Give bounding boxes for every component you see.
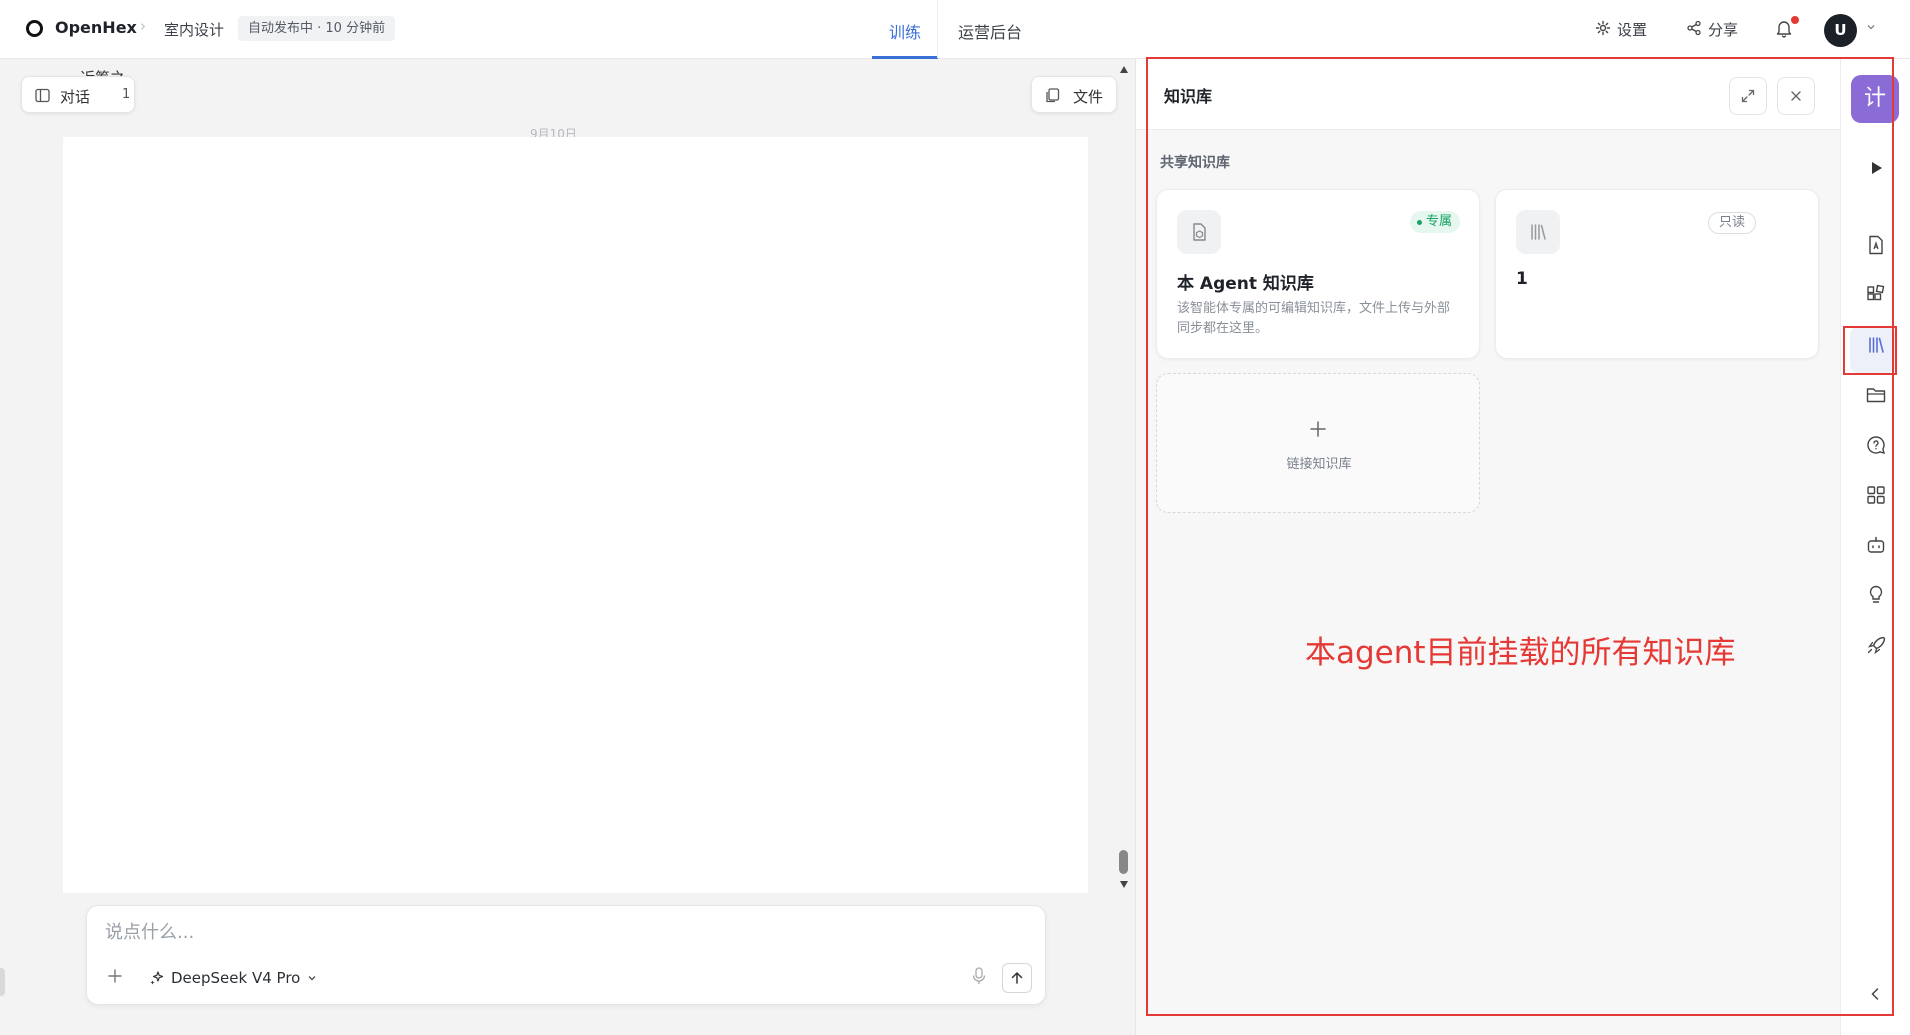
message-input[interactable] [105,922,1005,943]
share-label: 分享 [1708,21,1739,39]
notification-dot [1791,16,1799,24]
dialog-label: 对话 [60,88,91,106]
knowledge-base-name: 1 [1516,269,1528,289]
right-tool-rail: 计 [1840,59,1910,1035]
knowledge-base-card[interactable]: 专属 本 Agent 知识库 该智能体专属的可编辑知识库，文件上传与外部同步都在… [1156,189,1480,359]
settings-button[interactable]: 设置 [1595,19,1648,40]
top-bar: OpenHex › 室内设计 自动发布中 · 10 分钟前 训练 运营后台 设置… [0,0,1910,59]
tab-operations[interactable]: 运营后台 [958,19,1022,43]
chat-icon[interactable] [1865,434,1887,456]
annotation-text: 本agent目前挂载的所有知识库 [1305,635,1736,671]
tab-train[interactable]: 训练 [889,19,921,43]
tab-divider [937,0,938,58]
grid-icon[interactable] [1865,484,1887,506]
add-attachment-icon[interactable] [107,968,123,984]
settings-label: 设置 [1617,21,1648,39]
model-name: DeepSeek V4 Pro [171,969,301,987]
chat-scrollbar-thumb[interactable] [1119,850,1128,874]
arrow-up-icon [1011,972,1023,984]
scroll-down-arrow-icon[interactable] [1120,881,1128,888]
close-panel-button[interactable] [1777,77,1815,115]
sparkle-icon [150,971,164,985]
brand-name[interactable]: OpenHex [55,18,137,37]
plus-icon [1310,421,1326,437]
knowledge-panel: 知识库 共享知识库 专属 本 Agent 知识库 该智能体专属的可编辑知识库，文… [1135,59,1841,1035]
scroll-up-arrow-icon[interactable] [1120,66,1128,73]
chevron-down-icon[interactable] [1866,22,1876,32]
message-composer: DeepSeek V4 Pro [86,905,1046,1005]
publish-status-badge: 自动发布中 · 10 分钟前 [238,16,396,41]
knowledge-panel-header: 知识库 [1136,59,1841,130]
left-edge-handle[interactable] [0,968,5,996]
plugin-icon[interactable] [1865,284,1887,306]
knowledge-base-icon-wrap [1516,210,1560,254]
files-button[interactable]: 文件 [1031,76,1117,113]
copy-file-icon [1046,88,1060,103]
agent-app-icon[interactable]: 计 [1851,75,1899,123]
gear-icon [1595,20,1611,36]
file-cube-icon [1193,223,1206,241]
files-label: 文件 [1073,88,1104,106]
send-button[interactable] [1002,963,1032,993]
exclusive-badge: 专属 [1409,211,1460,233]
dialog-list-button[interactable]: 对话 1 [21,76,135,113]
expand-panel-button[interactable] [1729,77,1767,115]
breadcrumb-agent-name[interactable]: 室内设计 [164,19,224,40]
rocket-icon[interactable] [1865,634,1887,656]
dialog-count: 1 [122,87,131,102]
library-icon [1531,224,1546,240]
share-button[interactable]: 分享 [1687,19,1739,40]
document-icon[interactable] [1865,234,1887,256]
shared-knowledge-section-label: 共享知识库 [1160,155,1230,171]
chevron-down-icon [308,976,316,981]
share-icon [1687,20,1701,36]
readonly-badge: 只读 [1707,212,1756,234]
link-knowledge-base-button[interactable]: 链接知识库 [1156,373,1480,513]
knowledge-base-card[interactable]: 只读 1 [1495,189,1819,359]
expand-icon [1741,89,1755,103]
close-icon [1791,91,1801,101]
sidebar-panel-icon [35,88,50,103]
breadcrumb-separator-icon: › [140,17,146,35]
active-tab-indicator [872,56,938,59]
chat-message-area [63,137,1088,893]
folder-icon[interactable] [1865,384,1887,406]
microphone-icon[interactable] [972,967,986,985]
knowledge-base-icon-wrap [1177,210,1221,254]
robot-icon[interactable] [1865,534,1887,556]
play-icon[interactable] [1865,157,1887,179]
knowledge-base-description: 该智能体专属的可编辑知识库，文件上传与外部同步都在这里。 [1177,301,1451,336]
link-knowledge-base-label: 链接知识库 [1286,457,1352,472]
user-avatar[interactable]: U [1824,14,1857,47]
knowledge-base-name: 本 Agent 知识库 [1177,274,1314,294]
library-icon[interactable] [1865,334,1887,356]
openhex-logo-icon[interactable] [26,20,43,37]
panel-title: 知识库 [1164,87,1213,106]
chevron-left-icon[interactable] [1869,987,1881,1001]
bulb-icon[interactable] [1865,584,1887,606]
